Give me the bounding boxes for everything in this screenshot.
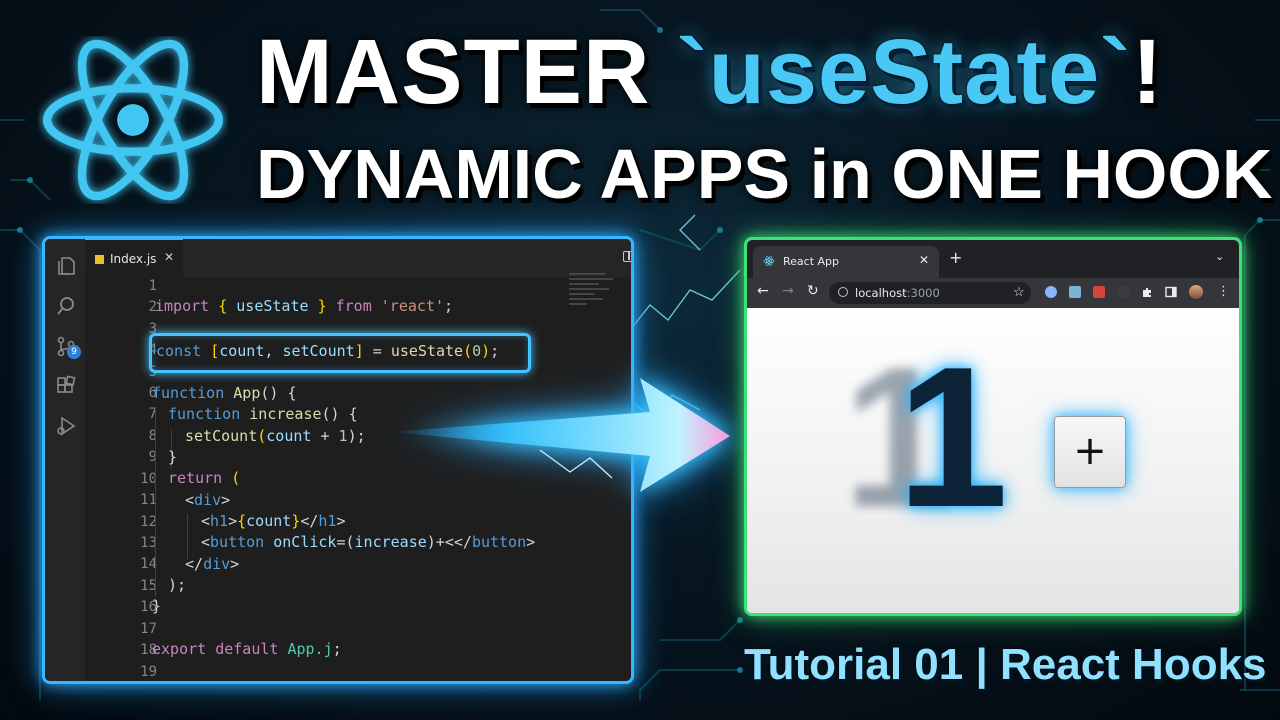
browser-tab-title: React App xyxy=(783,255,840,268)
line-number: 6 xyxy=(148,385,157,401)
transition-arrow-icon xyxy=(390,378,730,492)
headline-prefix: MASTER xyxy=(256,21,677,123)
line-number: 10 xyxy=(140,471,157,487)
browser-tab-strip: React App ✕ + ⌄ xyxy=(747,240,1239,278)
react-logo-icon xyxy=(42,39,224,201)
headline-line-1: MASTER `useState`! xyxy=(256,22,1163,122)
tab-search-icon[interactable]: ⌄ xyxy=(1215,250,1224,263)
page-viewport: 1 1 + xyxy=(747,308,1239,613)
line-number: 18 xyxy=(140,642,157,658)
line-number: 17 xyxy=(140,621,157,637)
forward-button[interactable]: → xyxy=(782,283,794,299)
activity-bar: 9 xyxy=(45,239,86,681)
line-number: 2 xyxy=(148,299,157,315)
counter-value: 1 xyxy=(897,326,1009,549)
line-number: 8 xyxy=(148,428,157,444)
line-number: 11 xyxy=(140,492,157,508)
line-number: 16 xyxy=(140,599,157,615)
tab-label: Index.js xyxy=(110,252,157,266)
address-bar[interactable]: localhost:3000 ☆ xyxy=(829,282,1031,304)
tab-index-js[interactable]: Index.js ✕ xyxy=(85,239,183,278)
code-line-12: <h1>{count}</h1> xyxy=(201,512,346,530)
line-number: 19 xyxy=(140,664,157,680)
line-number: 9 xyxy=(148,449,157,465)
line-number: 7 xyxy=(148,406,157,422)
headline-suffix: ! xyxy=(1131,21,1164,123)
code-line-18: export default App.j; xyxy=(152,640,342,658)
scm-badge: 9 xyxy=(67,345,81,359)
code-line-8: setCount(count + 1); xyxy=(185,427,366,445)
increment-button[interactable]: + xyxy=(1054,416,1126,488)
code-line-16: } xyxy=(152,597,162,615)
line-number: 15 xyxy=(140,578,157,594)
back-button[interactable]: ← xyxy=(757,283,769,299)
tutorial-caption: Tutorial 01 | React Hooks xyxy=(744,640,1267,689)
extensions-icon[interactable] xyxy=(55,375,77,397)
line-number: 1 xyxy=(148,278,157,294)
site-info-icon[interactable] xyxy=(838,287,848,297)
new-tab-button[interactable]: + xyxy=(949,248,962,267)
extension-icon[interactable] xyxy=(1045,286,1057,298)
line-number: 13 xyxy=(140,535,157,551)
code-line-14: </div> xyxy=(185,555,240,573)
side-panel-icon[interactable] xyxy=(1165,286,1177,298)
browser-tab-react-app[interactable]: React App ✕ xyxy=(753,246,939,278)
extension-icon[interactable] xyxy=(1093,286,1105,298)
code-line-6: function App() { xyxy=(152,384,297,402)
line-number: 14 xyxy=(140,556,157,572)
headline-line-2: DYNAMIC APPS in ONE HOOK xyxy=(256,135,1273,213)
code-line-15: ); xyxy=(168,576,187,594)
bookmark-star-icon[interactable]: ☆ xyxy=(1013,284,1025,300)
code-line-9: } xyxy=(168,448,178,466)
line-number: 12 xyxy=(140,514,157,530)
search-icon[interactable] xyxy=(55,295,77,317)
code-line-7: function increase() { xyxy=(168,405,358,423)
editor-tab-bar: Index.js ✕ ··· xyxy=(85,239,631,278)
js-file-icon xyxy=(95,255,104,264)
react-favicon-icon xyxy=(763,256,775,266)
code-line-11: <div> xyxy=(185,491,231,509)
close-tab-icon[interactable]: ✕ xyxy=(919,253,929,267)
line-number-gutter: 1 2 3 4 5 6 7 8 9 10 11 12 13 14 15 16 1… xyxy=(85,277,157,681)
explorer-icon[interactable] xyxy=(55,255,77,277)
run-debug-icon[interactable] xyxy=(55,415,77,437)
code-line-10: return ( xyxy=(168,469,241,487)
browser-toolbar: ← → ↻ localhost:3000 ☆ ⋮ xyxy=(747,278,1239,308)
browser-menu-icon[interactable]: ⋮ xyxy=(1217,284,1230,299)
close-tab-icon[interactable]: ✕ xyxy=(164,250,174,264)
extension-icon[interactable] xyxy=(1117,286,1129,298)
headline-highlight: `useState` xyxy=(677,21,1132,123)
reload-button[interactable]: ↻ xyxy=(807,283,819,299)
url-text: localhost:3000 xyxy=(855,286,940,300)
browser-window: React App ✕ + ⌄ ← → ↻ localhost:3000 ☆ ⋮… xyxy=(744,237,1242,616)
profile-avatar[interactable] xyxy=(1189,285,1203,299)
extension-icon[interactable] xyxy=(1069,286,1081,298)
split-editor-icon[interactable] xyxy=(623,251,631,262)
extensions-puzzle-icon[interactable] xyxy=(1142,286,1154,298)
